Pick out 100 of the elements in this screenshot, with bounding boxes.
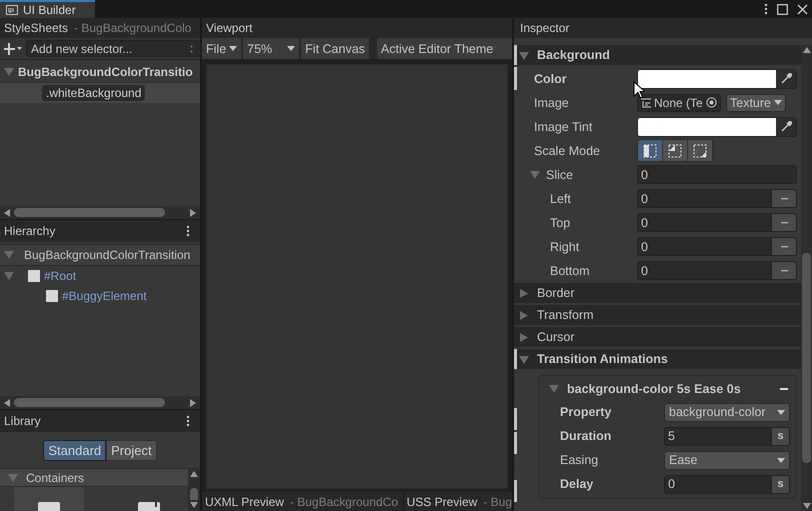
ui-icon (6, 5, 18, 15)
scale-mode-button[interactable] (663, 140, 688, 161)
library-tab[interactable]: Project (106, 440, 157, 460)
category-header[interactable]: Containers (0, 468, 188, 487)
color-field[interactable] (637, 68, 797, 88)
unit-button[interactable]: s (771, 474, 790, 494)
add-button[interactable] (4, 42, 22, 54)
scale-mode-button[interactable] (638, 140, 663, 161)
scroll-down-icon[interactable] (190, 502, 198, 508)
scroll-right-icon[interactable] (190, 208, 196, 216)
transition-title: background-color 5s Ease 0s (567, 382, 742, 396)
color-swatch[interactable] (638, 118, 776, 136)
scale-mode-icon (668, 144, 682, 158)
scroll-left-icon[interactable] (4, 208, 10, 216)
reset-button[interactable] (771, 237, 797, 256)
scale-mode-button[interactable] (688, 140, 713, 161)
vertical-scrollbar[interactable] (801, 45, 812, 511)
number-field[interactable]: 0 (637, 261, 771, 280)
expand-triangle-icon[interactable] (519, 310, 529, 320)
horizontal-scrollbar[interactable] (0, 396, 200, 409)
window-title: UI Builder (23, 3, 76, 17)
expand-triangle-icon[interactable] (519, 332, 529, 342)
number-field[interactable]: 0 (637, 237, 771, 256)
visual-element-icon (37, 501, 61, 511)
toolbar-button[interactable]: Active Editor Theme (376, 38, 512, 59)
dropdown-field[interactable]: Ease (664, 450, 790, 470)
unit-button[interactable]: s (771, 426, 790, 446)
number-field[interactable]: 0 (664, 474, 771, 494)
horizontal-scrollbar[interactable] (0, 206, 200, 219)
more-icon[interactable] (186, 225, 190, 237)
selector-field[interactable]: Add new selector... (26, 40, 201, 57)
caret-icon (287, 46, 296, 51)
close-icon[interactable] (797, 4, 808, 14)
more-icon[interactable] (764, 3, 768, 15)
window-tab[interactable]: UI Builder (0, 0, 95, 18)
maximize-icon[interactable] (777, 4, 788, 14)
caret-icon (774, 100, 782, 105)
element-icon (28, 270, 40, 282)
more-icon[interactable] (186, 415, 190, 427)
toolbar-button[interactable]: Fit Canvas (301, 38, 369, 59)
panel-title: Viewport (206, 21, 252, 35)
section-header[interactable]: Transition Animations (514, 349, 801, 369)
caret-icon (777, 458, 785, 462)
scroll-right-icon[interactable] (190, 398, 196, 406)
section-header[interactable]: Cursor (514, 327, 801, 347)
property-label: Easing (560, 453, 600, 467)
element-row[interactable]: #BuggyElement (0, 286, 200, 306)
scale-mode-icon (693, 144, 707, 158)
preview-subtitle: - Bug (483, 494, 512, 508)
property-label: Image Tint (534, 120, 594, 134)
scroll-up-icon[interactable] (802, 47, 810, 53)
number-field[interactable]: 0 (637, 165, 797, 184)
property-label: Top (549, 216, 572, 230)
reset-button[interactable] (771, 213, 797, 232)
reset-button[interactable] (771, 261, 797, 280)
property-label: Color (534, 72, 568, 86)
file-menu[interactable]: File (202, 38, 242, 59)
caret-icon (229, 46, 238, 51)
property-label: Duration (560, 429, 612, 443)
scroll-down-icon[interactable] (802, 503, 810, 509)
reset-button[interactable] (771, 189, 797, 208)
expand-triangle-icon[interactable] (519, 50, 529, 60)
property-label: Left (549, 192, 572, 206)
minus-icon (780, 198, 788, 200)
zoom-dropdown[interactable]: 75% (243, 38, 300, 59)
type-dropdown[interactable]: Texture (726, 94, 786, 112)
section-header[interactable]: Transform (514, 305, 801, 325)
expand-triangle-icon[interactable] (519, 354, 529, 364)
preview-title: UXML Preview (205, 494, 284, 508)
minus-icon (780, 222, 788, 224)
section-header[interactable]: Border (514, 283, 801, 303)
element-row[interactable]: #Root (0, 266, 200, 286)
eyedropper-button[interactable] (776, 118, 796, 136)
scroll-up-icon[interactable] (190, 471, 198, 477)
section-header[interactable]: Background (514, 45, 801, 65)
color-field[interactable] (637, 116, 797, 136)
target-icon[interactable] (706, 97, 717, 108)
mouse-cursor-icon (633, 81, 645, 99)
object-field[interactable]: None (Te (637, 94, 721, 112)
expand-triangle-icon[interactable] (519, 288, 529, 298)
scroll-left-icon[interactable] (4, 398, 10, 406)
panel-subtitle: - BugBackgroundColo (74, 21, 192, 35)
eyedropper-icon (780, 73, 792, 84)
property-label: Right (549, 240, 580, 254)
number-field[interactable]: 0 (637, 213, 771, 232)
property-label: Bottom (549, 264, 591, 278)
selector-row[interactable]: .whiteBackground (0, 83, 200, 103)
document-row[interactable]: BugBackgroundColorTransition (0, 244, 200, 266)
library-tile[interactable] (14, 487, 84, 511)
panel-title: Library (4, 414, 41, 428)
vertical-scrollbar[interactable] (188, 468, 200, 511)
color-swatch[interactable] (638, 70, 776, 88)
panel-title: StyleSheets (4, 21, 68, 35)
library-tab[interactable]: Standard (43, 440, 106, 460)
scale-mode-toggle[interactable] (637, 139, 714, 162)
dropdown-field[interactable]: background-color (664, 402, 790, 422)
eyedropper-icon (780, 121, 792, 132)
number-field[interactable]: 0 (637, 189, 771, 208)
eyedropper-button[interactable] (776, 70, 796, 88)
number-field[interactable]: 5 (664, 426, 771, 446)
